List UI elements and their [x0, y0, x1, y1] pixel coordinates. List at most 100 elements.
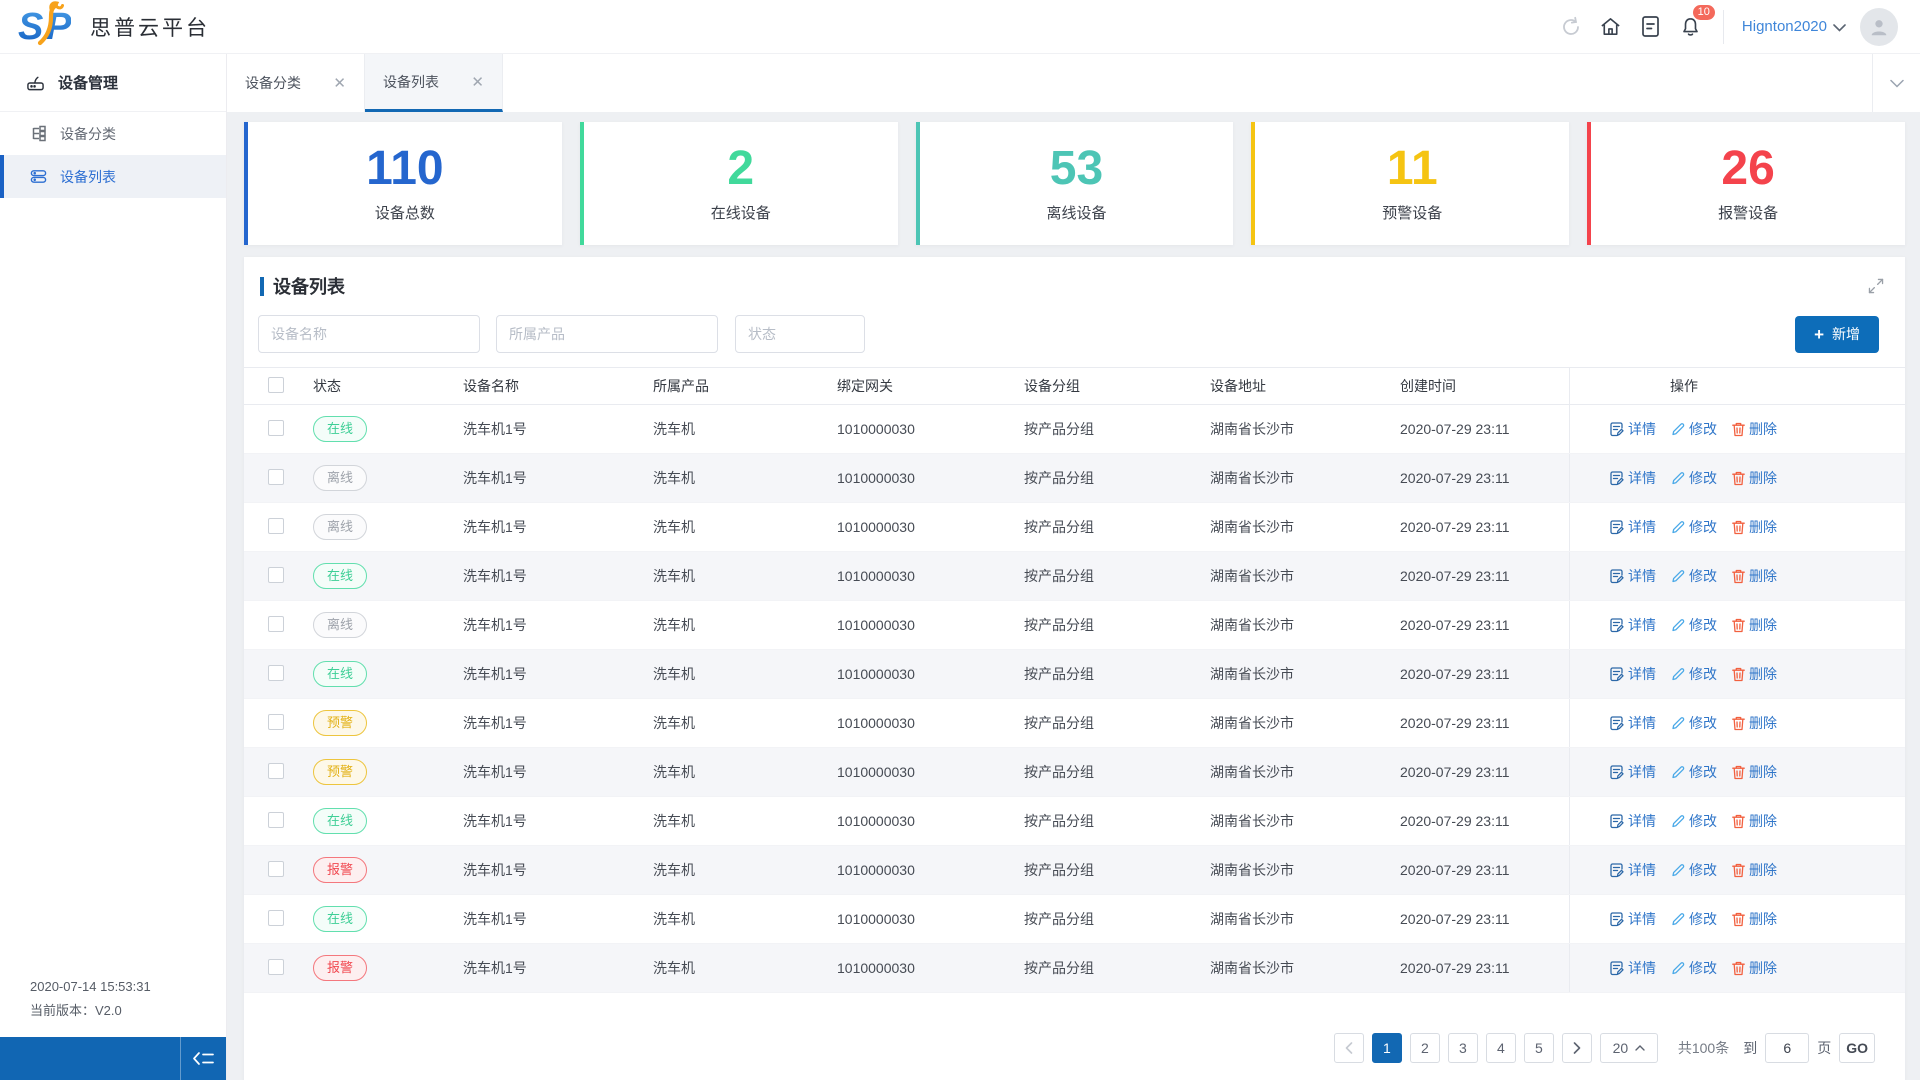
chevron-down-icon[interactable]	[1833, 23, 1846, 32]
page-button-2[interactable]: 2	[1409, 1033, 1440, 1063]
device-name-input[interactable]	[258, 315, 480, 353]
panel-title: 设备列表	[273, 277, 345, 297]
edit-link[interactable]: 修改	[1671, 762, 1717, 782]
detail-link[interactable]: 详情	[1610, 762, 1656, 782]
tab-overflow-chevron-icon[interactable]	[1872, 54, 1920, 112]
go-button[interactable]: GO	[1839, 1033, 1875, 1063]
edit-link[interactable]: 修改	[1671, 566, 1717, 586]
cell-address: 湖南省长沙市	[1210, 862, 1294, 878]
delete-link[interactable]: 删除	[1732, 713, 1777, 733]
stat-card-online: 2 在线设备	[579, 122, 898, 245]
sidebar-group-device-management[interactable]: 设备管理	[0, 54, 226, 112]
tab-device-list[interactable]: 设备列表 ✕	[365, 54, 503, 112]
row-checkbox[interactable]	[268, 958, 284, 975]
delete-link[interactable]: 删除	[1732, 468, 1777, 488]
close-icon[interactable]: ✕	[471, 73, 484, 91]
jump-page-input[interactable]	[1765, 1033, 1810, 1063]
delete-link[interactable]: 删除	[1732, 958, 1777, 978]
detail-link[interactable]: 详情	[1610, 419, 1656, 439]
delete-link[interactable]: 删除	[1732, 860, 1777, 880]
edit-link[interactable]: 修改	[1671, 517, 1717, 537]
detail-link[interactable]: 详情	[1610, 958, 1656, 978]
column-header-group: 设备分组	[1024, 378, 1080, 394]
cell-group: 按产品分组	[1024, 911, 1094, 927]
detail-link[interactable]: 详情	[1610, 517, 1656, 537]
cell-device-name: 洗车机1号	[463, 568, 527, 584]
tab-device-category[interactable]: 设备分类 ✕	[227, 54, 365, 112]
prev-page-button[interactable]	[1333, 1033, 1364, 1063]
next-page-button[interactable]	[1561, 1033, 1592, 1063]
row-checkbox[interactable]	[268, 419, 284, 436]
row-checkbox[interactable]	[268, 860, 284, 877]
add-device-button[interactable]: + 新增	[1795, 315, 1879, 353]
edit-link[interactable]: 修改	[1671, 419, 1717, 439]
delete-link[interactable]: 删除	[1732, 615, 1777, 635]
expand-icon[interactable]	[1867, 277, 1885, 295]
row-checkbox[interactable]	[268, 811, 284, 828]
detail-link[interactable]: 详情	[1610, 860, 1656, 880]
delete-link[interactable]: 删除	[1732, 811, 1777, 831]
delete-link[interactable]: 删除	[1732, 419, 1777, 439]
detail-link[interactable]: 详情	[1610, 468, 1656, 488]
sidebar-item-device-list[interactable]: 设备列表	[0, 155, 226, 198]
column-header-gateway: 绑定网关	[837, 378, 893, 394]
edit-link[interactable]: 修改	[1671, 713, 1717, 733]
delete-link[interactable]: 删除	[1732, 909, 1777, 929]
cell-group: 按产品分组	[1024, 666, 1094, 682]
cell-product: 洗车机	[653, 568, 695, 584]
row-checkbox[interactable]	[268, 517, 284, 534]
page-size-select[interactable]: 20	[1599, 1033, 1658, 1063]
table-row: 报警 洗车机1号 洗车机 1010000030 按产品分组 湖南省长沙市 202…	[244, 944, 1905, 993]
status-badge: 预警	[313, 710, 368, 736]
delete-link[interactable]: 删除	[1732, 517, 1777, 537]
edit-link[interactable]: 修改	[1671, 468, 1717, 488]
detail-link[interactable]: 详情	[1610, 664, 1656, 684]
close-icon[interactable]: ✕	[333, 74, 346, 92]
row-checkbox[interactable]	[268, 566, 284, 583]
edit-link[interactable]: 修改	[1671, 664, 1717, 684]
trash-icon	[1732, 618, 1745, 632]
row-checkbox[interactable]	[268, 762, 284, 779]
delete-link[interactable]: 删除	[1732, 664, 1777, 684]
row-checkbox[interactable]	[268, 468, 284, 485]
row-checkbox[interactable]	[268, 664, 284, 681]
detail-link[interactable]: 详情	[1610, 909, 1656, 929]
delete-link[interactable]: 删除	[1732, 762, 1777, 782]
edit-link[interactable]: 修改	[1671, 811, 1717, 831]
category-icon	[32, 125, 46, 142]
home-icon[interactable]	[1591, 7, 1631, 47]
username[interactable]: Hignton2020	[1742, 18, 1827, 35]
select-all-checkbox[interactable]	[268, 376, 284, 393]
cell-group: 按产品分组	[1024, 617, 1094, 633]
edit-link[interactable]: 修改	[1671, 958, 1717, 978]
trash-icon	[1732, 863, 1745, 877]
edit-icon	[1672, 423, 1685, 436]
detail-link[interactable]: 详情	[1610, 566, 1656, 586]
bell-icon[interactable]: 10	[1671, 4, 1715, 47]
table-row: 离线 洗车机1号 洗车机 1010000030 按产品分组 湖南省长沙市 202…	[244, 503, 1905, 552]
document-icon[interactable]	[1631, 7, 1671, 47]
status-input[interactable]	[735, 315, 865, 353]
edit-link[interactable]: 修改	[1671, 860, 1717, 880]
edit-link[interactable]: 修改	[1671, 615, 1717, 635]
detail-link[interactable]: 详情	[1610, 811, 1656, 831]
product-input[interactable]	[496, 315, 718, 353]
row-checkbox[interactable]	[268, 615, 284, 632]
edit-link[interactable]: 修改	[1671, 909, 1717, 929]
stat-value: 26	[1721, 141, 1775, 195]
detail-link[interactable]: 详情	[1610, 713, 1656, 733]
page-button-4[interactable]: 4	[1485, 1033, 1516, 1063]
delete-link[interactable]: 删除	[1732, 566, 1777, 586]
sidebar-item-device-category[interactable]: 设备分类	[0, 112, 226, 155]
page-button-3[interactable]: 3	[1447, 1033, 1478, 1063]
column-header-name: 设备名称	[463, 378, 519, 394]
collapse-sidebar-icon[interactable]	[180, 1037, 226, 1080]
row-checkbox[interactable]	[268, 713, 284, 730]
detail-link[interactable]: 详情	[1610, 615, 1656, 635]
page-button-5[interactable]: 5	[1523, 1033, 1554, 1063]
page-button-1[interactable]: 1	[1371, 1033, 1402, 1063]
avatar[interactable]	[1860, 7, 1898, 46]
brand: S P 思普云平台	[16, 0, 210, 50]
row-checkbox[interactable]	[268, 909, 284, 926]
refresh-icon[interactable]	[1551, 7, 1591, 47]
